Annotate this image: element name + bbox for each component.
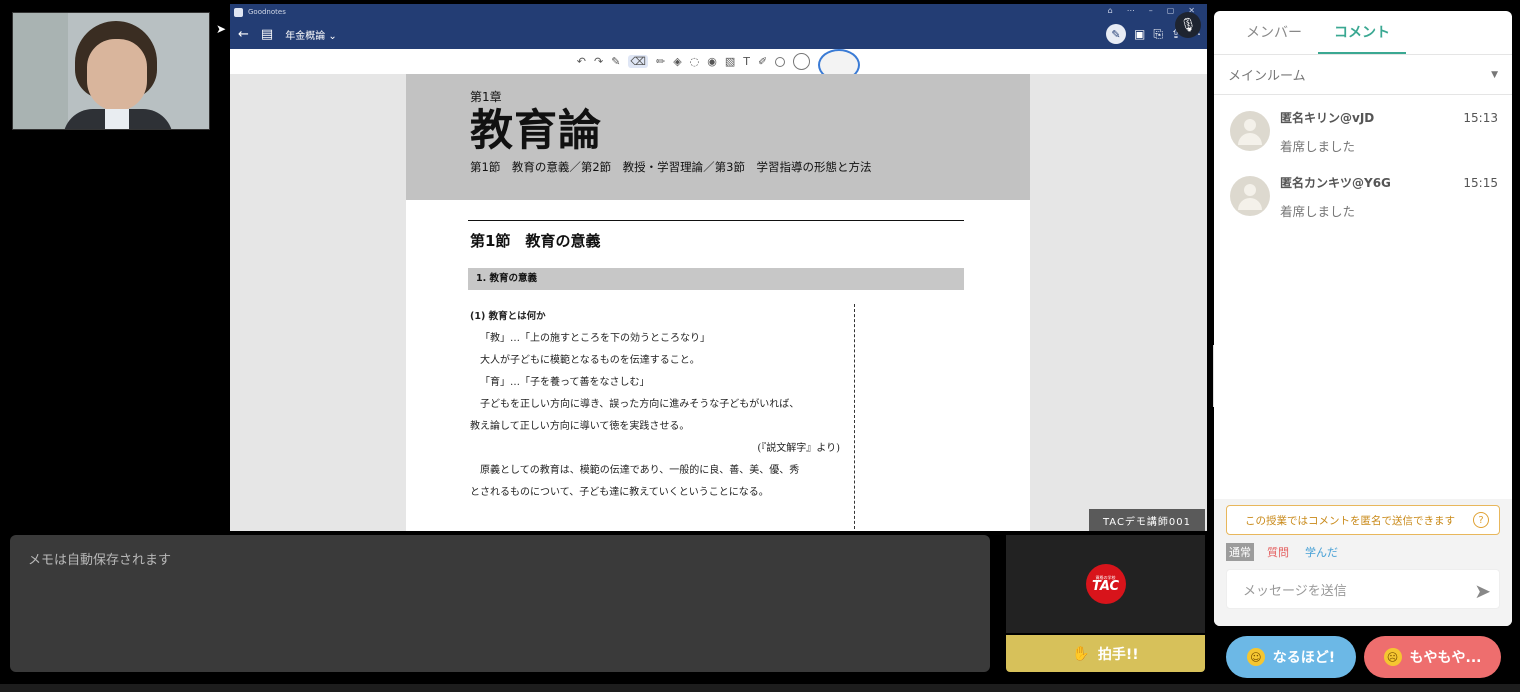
tac-logo-text: TAC: [1091, 579, 1120, 594]
page-body: (1) 教育とは何か 「教」…「上の施すところを下の効うところなり」 大人が子ど…: [470, 306, 846, 504]
comment-message: 着席しました: [1280, 204, 1356, 219]
anonymous-notice-text: この授業ではコメントを匿名で送信できます: [1245, 514, 1455, 527]
mouse-cursor-icon: ➤: [216, 22, 227, 36]
question-heading: (1) 教育とは何か: [470, 311, 546, 322]
room-selector[interactable]: メインルーム ▼: [1214, 55, 1512, 95]
message-input[interactable]: メッセージを送信 ➤: [1226, 569, 1500, 609]
notebook-title[interactable]: 年金概論 ⌄: [285, 27, 337, 42]
body-line: 大人が子どもに模範となるものを伝達すること。: [480, 355, 700, 366]
chevron-down-icon: ▼: [1491, 69, 1498, 80]
body-line: 「教」…「上の施すところを下の効うところなり」: [480, 333, 710, 344]
pen-mode-icon[interactable]: ✎: [1105, 24, 1126, 44]
app-name: Goodnotes: [248, 8, 286, 16]
margin-divider: [854, 304, 855, 531]
confused-face-icon: ☹: [1383, 648, 1402, 666]
chapter-header: 第1章 教育論 第1節 教育の意義／第2節 教授・学習理論／第3節 学習指導の形…: [406, 74, 1030, 200]
notebook-canvas[interactable]: 第1章 教育論 第1節 教育の意義／第2節 教授・学習理論／第3節 学習指導の形…: [230, 74, 1207, 531]
tab-comments[interactable]: コメント: [1318, 11, 1406, 54]
memo-area[interactable]: メモは自動保存されます: [10, 535, 990, 672]
video-background: [13, 13, 68, 129]
chapter-subtitle: 第1節 教育の意義／第2節 教授・学習理論／第3節 学習指導の形態と方法: [470, 160, 872, 174]
stroke-size-medium[interactable]: [793, 53, 811, 70]
add-page-icon[interactable]: ▣: [1134, 27, 1145, 41]
anonymous-notice: この授業ではコメントを匿名で送信できます ?: [1226, 505, 1500, 535]
comment-composer: この授業ではコメントを匿名で送信できます ? 通常 質問 学んだ メッセージを送…: [1214, 499, 1512, 626]
person-face: [87, 39, 147, 111]
comment-time: 15:15: [1463, 176, 1498, 190]
mic-muted-icon[interactable]: 🎙: [1175, 12, 1201, 38]
undo-icon[interactable]: ↶: [577, 55, 586, 68]
goodnotes-app-icon: [234, 7, 243, 17]
chapter-title: 教育論: [470, 106, 602, 156]
message-placeholder: メッセージを送信: [1243, 583, 1347, 599]
highlighter-tool-icon[interactable]: ✏: [656, 55, 665, 68]
shapes-tool-icon[interactable]: ◈: [673, 55, 681, 68]
mode-learned[interactable]: 学んだ: [1302, 543, 1341, 561]
shared-screen: Goodnotes ⌂ ⋯ – ▢ ✕ ← ▤ 年金概論 ⌄ ✎ ▣ ⎘ ⇪ ⋯…: [230, 4, 1207, 531]
mode-question[interactable]: 質問: [1264, 543, 1292, 561]
tac-video-tile: 資格の学校 TAC: [1006, 535, 1205, 633]
body-line: 子どもを正しい方向に導き、誤った方向に進みそうな子どもがいれば、: [480, 399, 800, 410]
naruhodo-label: なるほど!: [1272, 650, 1336, 666]
back-arrow-icon[interactable]: ←: [238, 27, 249, 42]
bookmark-icon[interactable]: ⎘: [1153, 27, 1163, 42]
laser-tool-icon[interactable]: ◉: [707, 55, 717, 68]
body-line: 教え論して正しい方向に導いて徳を実践させる。: [470, 421, 690, 432]
color-picker-icon[interactable]: ✐: [758, 55, 767, 68]
more-icon[interactable]: ⋯: [1127, 6, 1135, 15]
redo-icon[interactable]: ↷: [594, 55, 603, 68]
lasso-tool-icon[interactable]: ◌: [690, 55, 700, 68]
avatar: [1230, 111, 1270, 151]
clap-label: 拍手!!: [1097, 646, 1139, 663]
comment-item: 匿名カンキツ@Y6G 15:15 着席しました: [1214, 160, 1512, 225]
comment-item: 匿名キリン@vJD 15:13 着席しました: [1214, 95, 1512, 160]
minimize-icon[interactable]: –: [1149, 6, 1153, 15]
moyamoya-button[interactable]: ☹ もやもや...: [1364, 636, 1501, 678]
text-tool-icon[interactable]: T: [743, 55, 750, 68]
body-line: 「育」…「子を養って善をなさしむ」: [480, 377, 650, 388]
source-citation: (『説文解字』より): [757, 443, 840, 454]
tac-logo: 資格の学校 TAC: [1085, 564, 1126, 604]
comment-message: 着席しました: [1280, 139, 1356, 154]
body-line: とされるものについて、子ども達に教えていくということになる。: [470, 487, 769, 498]
subsection-bar: 1. 教育の意義: [468, 268, 964, 290]
avatar: [1230, 176, 1270, 216]
body-line: 原義としての教育は、模範の伝達であり、一般的に良、善、美、優、秀: [480, 465, 800, 476]
goodnotes-navbar: ← ▤ 年金概論 ⌄ ✎ ▣ ⎘ ⇪ ⋯ 🎙: [230, 12, 1207, 49]
tab-members[interactable]: メンバー: [1230, 11, 1318, 54]
goodnotes-titlebar: Goodnotes ⌂ ⋯ – ▢ ✕: [230, 4, 1207, 20]
eraser-tool-icon[interactable]: ⌫: [628, 55, 648, 68]
speaker-name-tag: TACデモ講師001: [1089, 509, 1205, 531]
image-tool-icon[interactable]: ▧: [725, 55, 735, 68]
help-icon[interactable]: ?: [1473, 512, 1489, 528]
bottom-strip: [0, 684, 1520, 692]
moyamoya-label: もやもや...: [1409, 650, 1482, 666]
room-name: メインルーム: [1228, 69, 1306, 84]
pen-tool-icon[interactable]: ✎: [611, 55, 620, 68]
section-title: 第1節 教育の意義: [470, 232, 601, 250]
comment-time: 15:13: [1463, 111, 1498, 125]
person-shirt: [105, 109, 129, 129]
naruhodo-button[interactable]: ☺ なるほど!: [1226, 636, 1356, 678]
mode-normal[interactable]: 通常: [1226, 543, 1254, 561]
sidebar-tabs: メンバー コメント: [1214, 11, 1512, 55]
comment-mode-selector: 通常 質問 学んだ: [1226, 543, 1341, 561]
chapter-label: 第1章: [470, 90, 502, 104]
send-icon[interactable]: ➤: [1474, 579, 1491, 603]
notebook-page[interactable]: 第1章 教育論 第1節 教育の意義／第2節 教授・学習理論／第3節 学習指導の形…: [406, 74, 1030, 531]
comment-sidebar: メンバー コメント メインルーム ▼ 匿名キリン@vJD 15:13 着席しまし…: [1214, 11, 1512, 626]
smile-icon: ☺: [1246, 648, 1265, 666]
instructor-video: [12, 12, 210, 130]
drawing-toolbar: ↶ ↷ ✎ ⌫ ✏ ◈ ◌ ◉ ▧ T ✐: [230, 48, 1207, 81]
memo-placeholder: メモは自動保存されます: [28, 553, 172, 568]
pin-icon[interactable]: ⌂: [1108, 6, 1113, 15]
section-rule: [468, 220, 964, 221]
clap-hand-icon: ✋: [1072, 645, 1090, 662]
pages-icon[interactable]: ▤: [261, 27, 273, 42]
stroke-size-small[interactable]: [775, 56, 786, 67]
restore-icon[interactable]: ▢: [1167, 6, 1175, 15]
clap-button[interactable]: ✋ 拍手!!: [1006, 635, 1205, 672]
